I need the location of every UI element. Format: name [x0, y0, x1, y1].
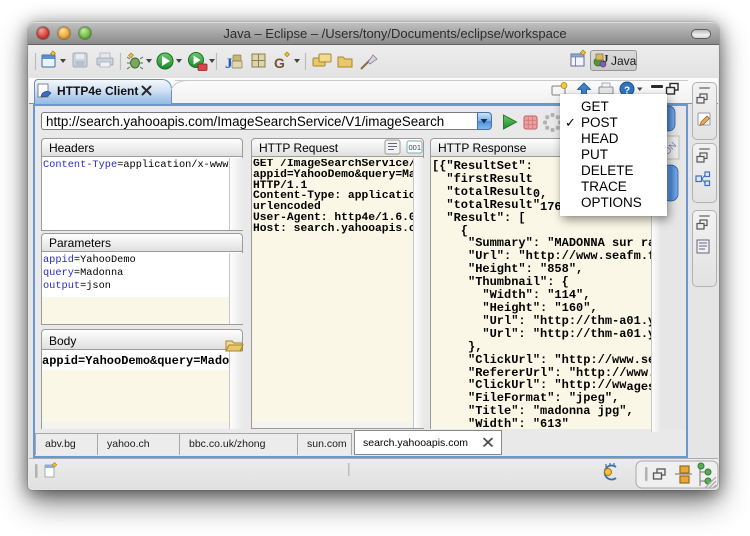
svg-text:G: G	[274, 55, 285, 71]
svg-text:001: 001	[409, 143, 422, 152]
svg-text:J: J	[603, 53, 609, 65]
